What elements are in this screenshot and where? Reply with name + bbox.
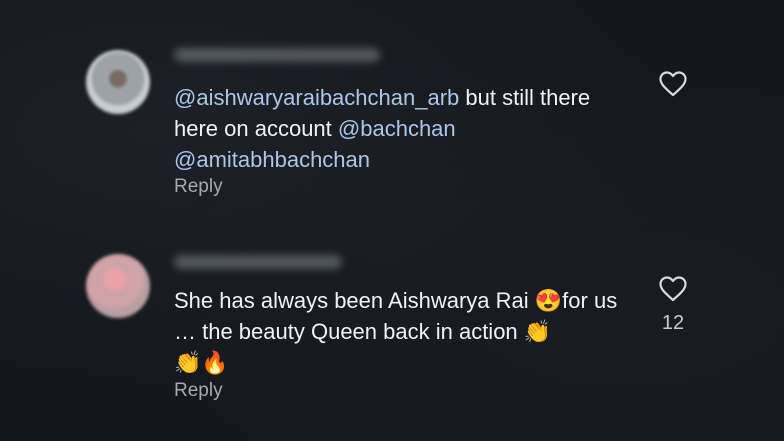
avatar[interactable]	[86, 50, 150, 114]
mention-link[interactable]: @amitabhbachchan	[174, 147, 370, 172]
heart-outline-icon[interactable]	[659, 276, 687, 302]
comment-text-part: She has always been Aishwarya Rai	[174, 288, 535, 313]
reply-button[interactable]: Reply	[174, 176, 223, 198]
fire-emoji: 🔥	[201, 350, 229, 375]
clapping-hands-emoji: 👏	[174, 350, 202, 375]
comment-text: @aishwaryaraibachchan_arb but still ther…	[174, 82, 634, 175]
username-blurred[interactable]	[174, 255, 342, 269]
clapping-hands-emoji: 👏	[523, 319, 552, 344]
heart-eyes-emoji: 😍	[534, 288, 563, 313]
heart-outline-icon[interactable]	[659, 71, 687, 97]
reply-button[interactable]: Reply	[174, 380, 223, 402]
username-blurred[interactable]	[174, 48, 380, 62]
mention-link[interactable]: @aishwaryaraibachchan_arb	[174, 85, 459, 110]
mention-link[interactable]: @bachchan	[338, 116, 456, 141]
comment-text: She has always been Aishwarya Rai 😍for u…	[174, 285, 634, 378]
like-count: 12	[661, 312, 685, 334]
avatar[interactable]	[86, 254, 150, 318]
